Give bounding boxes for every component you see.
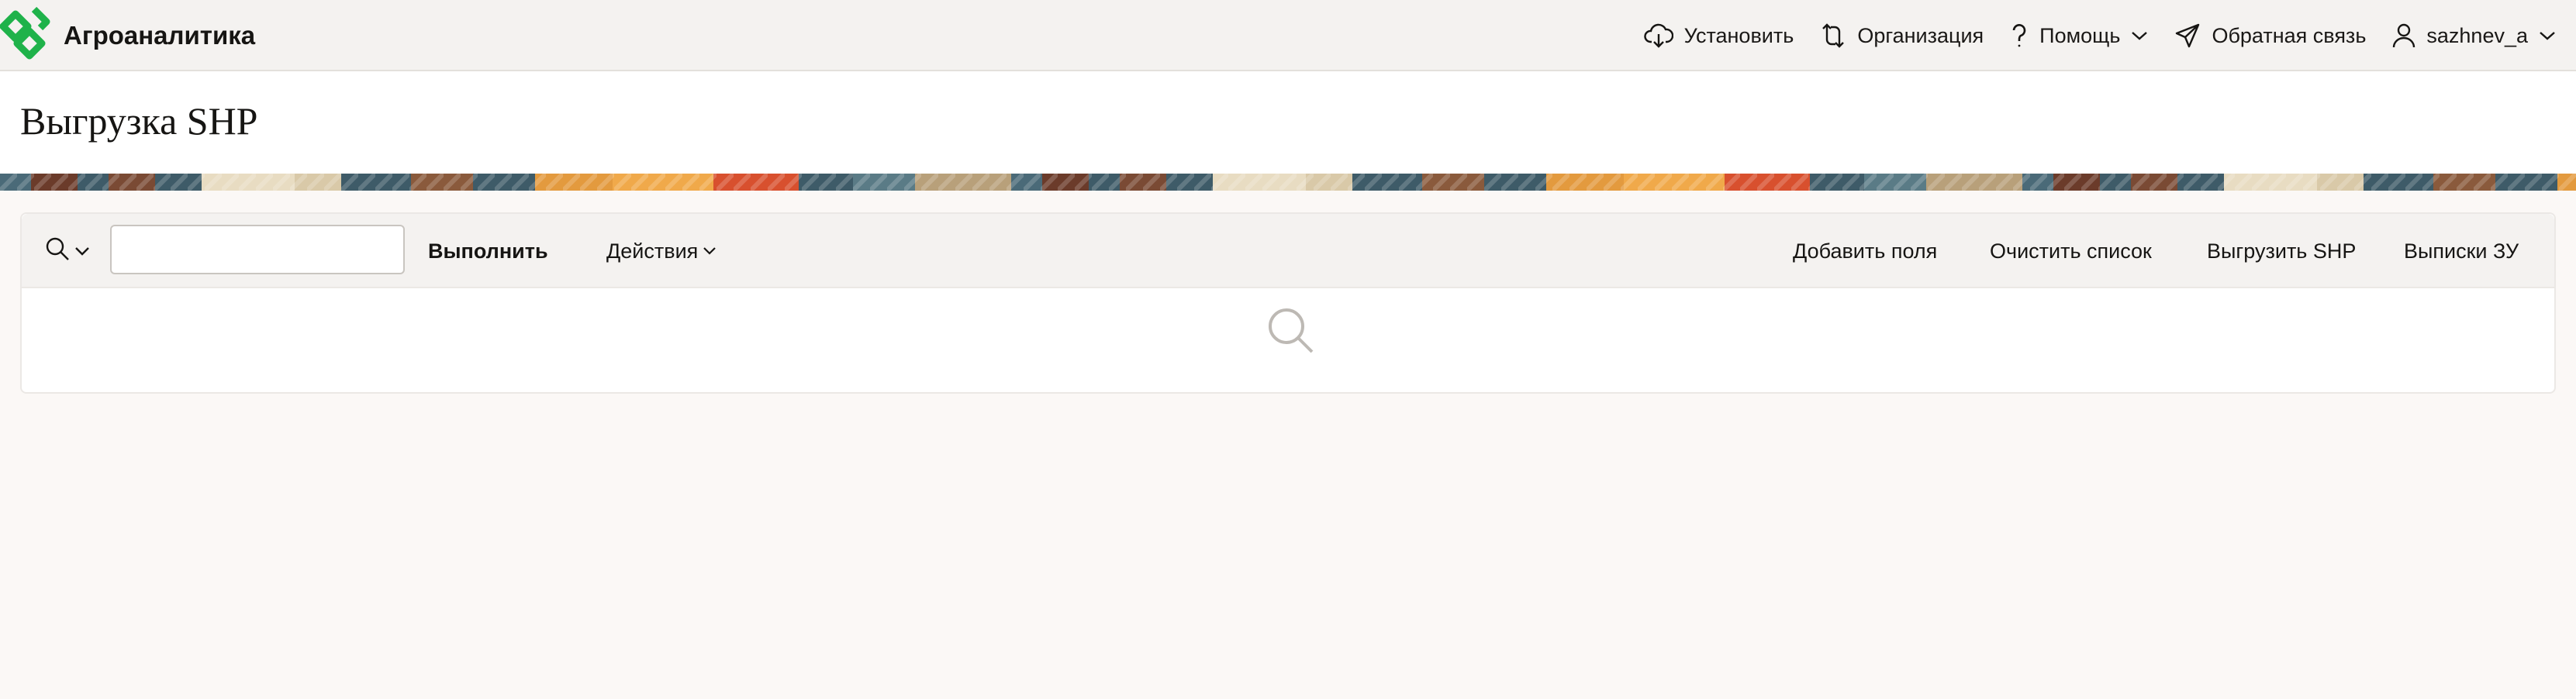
search-column-selector[interactable] — [45, 236, 90, 267]
help-label: Помощь — [2039, 23, 2121, 47]
add-fields-button[interactable]: Добавить поля — [1793, 234, 1937, 268]
chevron-down-icon — [74, 246, 90, 256]
swap-icon — [1820, 22, 1846, 49]
chevron-down-icon — [2131, 30, 2148, 41]
install-label: Установить — [1683, 23, 1794, 47]
report-region: Выполнить Действия Добавить поля Очистит… — [20, 212, 2556, 394]
search-input[interactable] — [110, 225, 405, 274]
user-menu[interactable]: sazhnev_a — [2392, 0, 2556, 71]
feedback-label: Обратная связь — [2212, 23, 2367, 47]
page-title-region: Выгрузка SHP — [0, 71, 2576, 174]
empty-search-icon — [1266, 305, 1317, 360]
question-icon — [2010, 22, 2029, 49]
user-name: sazhnev_a — [2426, 23, 2528, 47]
paper-plane-icon — [2174, 22, 2201, 49]
top-navigation-bar: Агроаналитика Установить Организация Пом… — [0, 0, 2576, 71]
clear-list-button[interactable]: Очистить список — [1990, 234, 2152, 268]
chevron-down-icon — [2539, 30, 2556, 41]
help-menu[interactable]: Помощь — [2010, 0, 2148, 71]
actions-menu-button[interactable]: Действия — [606, 234, 717, 268]
logo-icon[interactable] — [0, 6, 53, 65]
export-shp-button[interactable]: Выгрузить SHP — [2207, 234, 2356, 268]
land-extracts-button[interactable]: Выписки ЗУ — [2404, 234, 2519, 268]
install-button[interactable]: Установить — [1643, 0, 1794, 71]
search-icon — [45, 236, 71, 267]
actions-label: Действия — [606, 239, 699, 263]
report-toolbar: Выполнить Действия Добавить поля Очистит… — [22, 214, 2554, 288]
page-title: Выгрузка SHP — [20, 99, 258, 143]
chevron-down-icon — [703, 246, 717, 256]
organization-button[interactable]: Организация — [1820, 0, 1984, 71]
app-name[interactable]: Агроаналитика — [64, 19, 255, 53]
user-icon — [2392, 22, 2415, 49]
cloud-download-icon — [1643, 22, 1673, 49]
decorative-banner — [0, 174, 2576, 191]
run-button[interactable]: Выполнить — [428, 234, 548, 268]
organization-label: Организация — [1857, 23, 1984, 47]
feedback-button[interactable]: Обратная связь — [2174, 0, 2366, 71]
header-nav: Установить Организация Помощь Обратная с… — [1618, 0, 2556, 71]
